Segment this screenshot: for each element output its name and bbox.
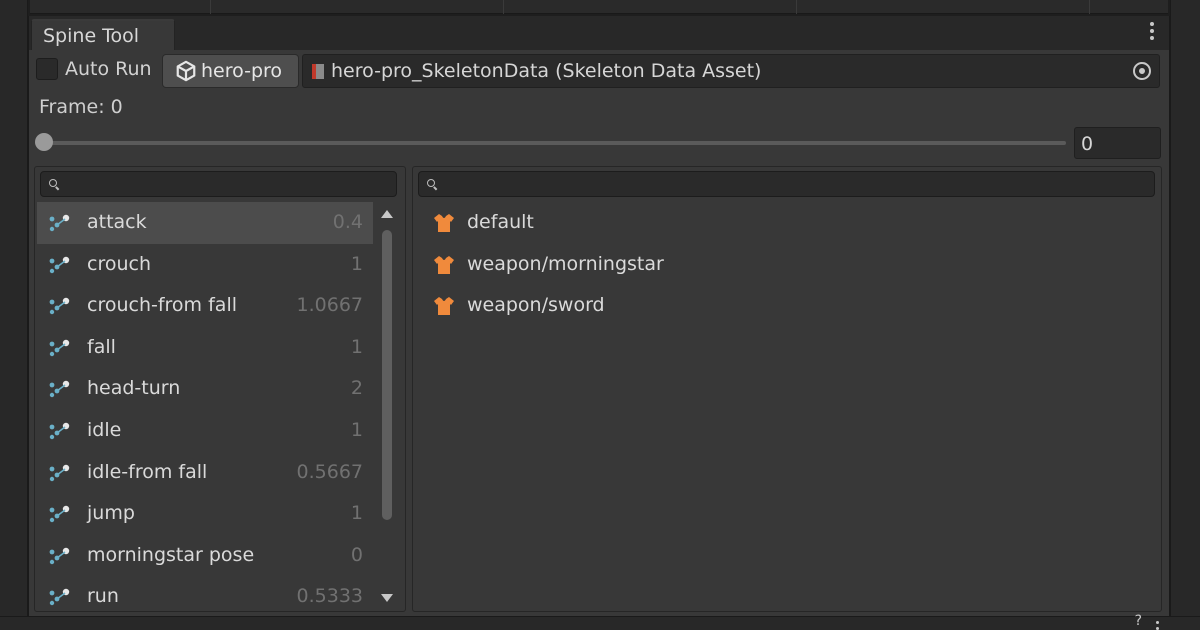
- unity-gameobject-icon: [176, 60, 196, 82]
- top-panel-strip: [0, 0, 1200, 16]
- animation-duration: 1: [350, 252, 363, 275]
- animation-list-item[interactable]: head-turn 2: [37, 368, 373, 410]
- animation-bones-icon: [49, 589, 70, 606]
- object-button-label: hero-pro: [201, 60, 283, 82]
- skeleton-data-asset-icon: [312, 64, 324, 79]
- auto-run-checkbox[interactable]: [36, 58, 58, 80]
- animation-search-input[interactable]: [65, 172, 390, 196]
- animation-duration: 0.5667: [296, 460, 363, 483]
- animation-list-item[interactable]: crouch 1: [37, 244, 373, 286]
- skin-list: default weapon/morningstar weapon/sword: [419, 202, 1149, 327]
- object-button[interactable]: hero-pro: [162, 54, 299, 88]
- animation-duration: 1.0667: [296, 294, 363, 317]
- animation-name: idle-from fall: [87, 460, 208, 483]
- animation-name: crouch: [87, 252, 151, 275]
- animation-duration: 1: [350, 335, 363, 358]
- scroll-down-arrow-icon[interactable]: [381, 594, 393, 602]
- skin-list-item[interactable]: default: [419, 202, 1149, 244]
- skin-search-field[interactable]: [418, 171, 1155, 197]
- skin-name: weapon/morningstar: [467, 252, 664, 275]
- bottom-panel-bar: ?: [0, 613, 1200, 630]
- skin-list-item[interactable]: weapon/sword: [419, 285, 1149, 327]
- animation-list-pane: attack 0.4 crouch 1 crouch-from fall 1.0667 fa…: [34, 166, 406, 612]
- animation-list-item[interactable]: idle-from fall 0.5667: [37, 452, 373, 494]
- animation-duration: 0: [350, 543, 363, 566]
- animation-bones-icon: [49, 214, 70, 232]
- animation-name: morningstar pose: [87, 543, 255, 566]
- skin-name: weapon/sword: [467, 294, 605, 317]
- ruler-tick: [503, 0, 504, 14]
- animation-list: attack 0.4 crouch 1 crouch-from fall 1.0667 fa…: [37, 202, 373, 618]
- animation-name: head-turn: [87, 377, 181, 400]
- animation-name: fall: [87, 335, 116, 358]
- skin-shirt-icon: [434, 297, 454, 316]
- animation-bones-icon: [49, 547, 70, 564]
- skin-list-pane: default weapon/morningstar weapon/sword: [412, 166, 1162, 612]
- animation-list-item[interactable]: attack 0.4: [37, 202, 373, 244]
- animation-name: jump: [87, 502, 135, 525]
- frame-label: Frame: 0: [39, 96, 123, 118]
- animation-name: run: [87, 585, 119, 608]
- tab-label: Spine Tool: [43, 25, 140, 47]
- scroll-up-arrow-icon[interactable]: [381, 210, 393, 218]
- animation-duration: 1: [350, 418, 363, 441]
- animation-duration: 2: [350, 377, 363, 400]
- animation-list-scrollbar[interactable]: [376, 202, 398, 610]
- right-gutter: [1170, 0, 1200, 630]
- skin-name: default: [467, 211, 534, 233]
- spine-tool-window: Spine Tool Auto Run hero-pro hero-pro_Sk…: [28, 16, 1170, 616]
- skeleton-data-value: hero-pro_SkeletonData (Skeleton Data Ass…: [331, 60, 762, 82]
- skin-shirt-icon: [434, 214, 454, 232]
- frame-slider-track[interactable]: [39, 141, 1066, 145]
- animation-bones-icon: [49, 505, 70, 523]
- toolbar: Auto Run hero-pro hero-pro_SkeletonData …: [29, 54, 1169, 90]
- animation-search-field[interactable]: [40, 171, 397, 197]
- skeleton-data-field[interactable]: hero-pro_SkeletonData (Skeleton Data Ass…: [302, 54, 1160, 88]
- top-panel-ruler: [30, 0, 1168, 14]
- search-icon: [427, 179, 435, 187]
- left-gutter: [0, 0, 28, 630]
- auto-run-label: Auto Run: [65, 58, 152, 80]
- search-icon: [49, 179, 57, 187]
- object-picker-icon[interactable]: [1133, 62, 1151, 80]
- animation-list-item[interactable]: morningstar pose 0: [37, 535, 373, 577]
- animation-name: attack: [87, 211, 147, 233]
- skin-list-item[interactable]: weapon/morningstar: [419, 244, 1149, 286]
- frame-slider-thumb[interactable]: [35, 133, 53, 151]
- help-icon[interactable]: ?: [1135, 613, 1142, 629]
- animation-bones-icon: [49, 297, 70, 315]
- tab-spine-tool[interactable]: Spine Tool: [31, 19, 175, 50]
- animation-bones-icon: [49, 464, 70, 481]
- animation-bones-icon: [49, 256, 70, 273]
- animation-list-item[interactable]: idle 1: [37, 410, 373, 452]
- animation-bones-icon: [49, 422, 70, 440]
- animation-duration: 0.4: [332, 211, 363, 233]
- animation-list-item[interactable]: run 0.5333: [37, 576, 373, 618]
- animation-list-item[interactable]: fall 1: [37, 327, 373, 369]
- animation-name: idle: [87, 418, 122, 441]
- kebab-menu-icon[interactable]: [1156, 621, 1160, 630]
- skin-search-input[interactable]: [443, 172, 1148, 196]
- tab-bar: Spine Tool: [29, 16, 1169, 50]
- animation-duration: 0.5333: [296, 585, 363, 608]
- animation-list-item[interactable]: crouch-from fall 1.0667: [37, 285, 373, 327]
- animation-bones-icon: [49, 339, 70, 356]
- ruler-tick: [796, 0, 797, 14]
- ruler-tick: [1089, 0, 1090, 14]
- frame-input[interactable]: 0: [1074, 127, 1161, 159]
- ruler-tick: [210, 0, 211, 14]
- scrollbar-thumb[interactable]: [382, 230, 392, 520]
- kebab-menu-icon[interactable]: [1149, 22, 1155, 42]
- skin-shirt-icon: [434, 255, 454, 274]
- animation-bones-icon: [49, 381, 70, 398]
- animation-duration: 1: [350, 502, 363, 525]
- animation-name: crouch-from fall: [87, 294, 237, 317]
- animation-list-item[interactable]: jump 1: [37, 493, 373, 535]
